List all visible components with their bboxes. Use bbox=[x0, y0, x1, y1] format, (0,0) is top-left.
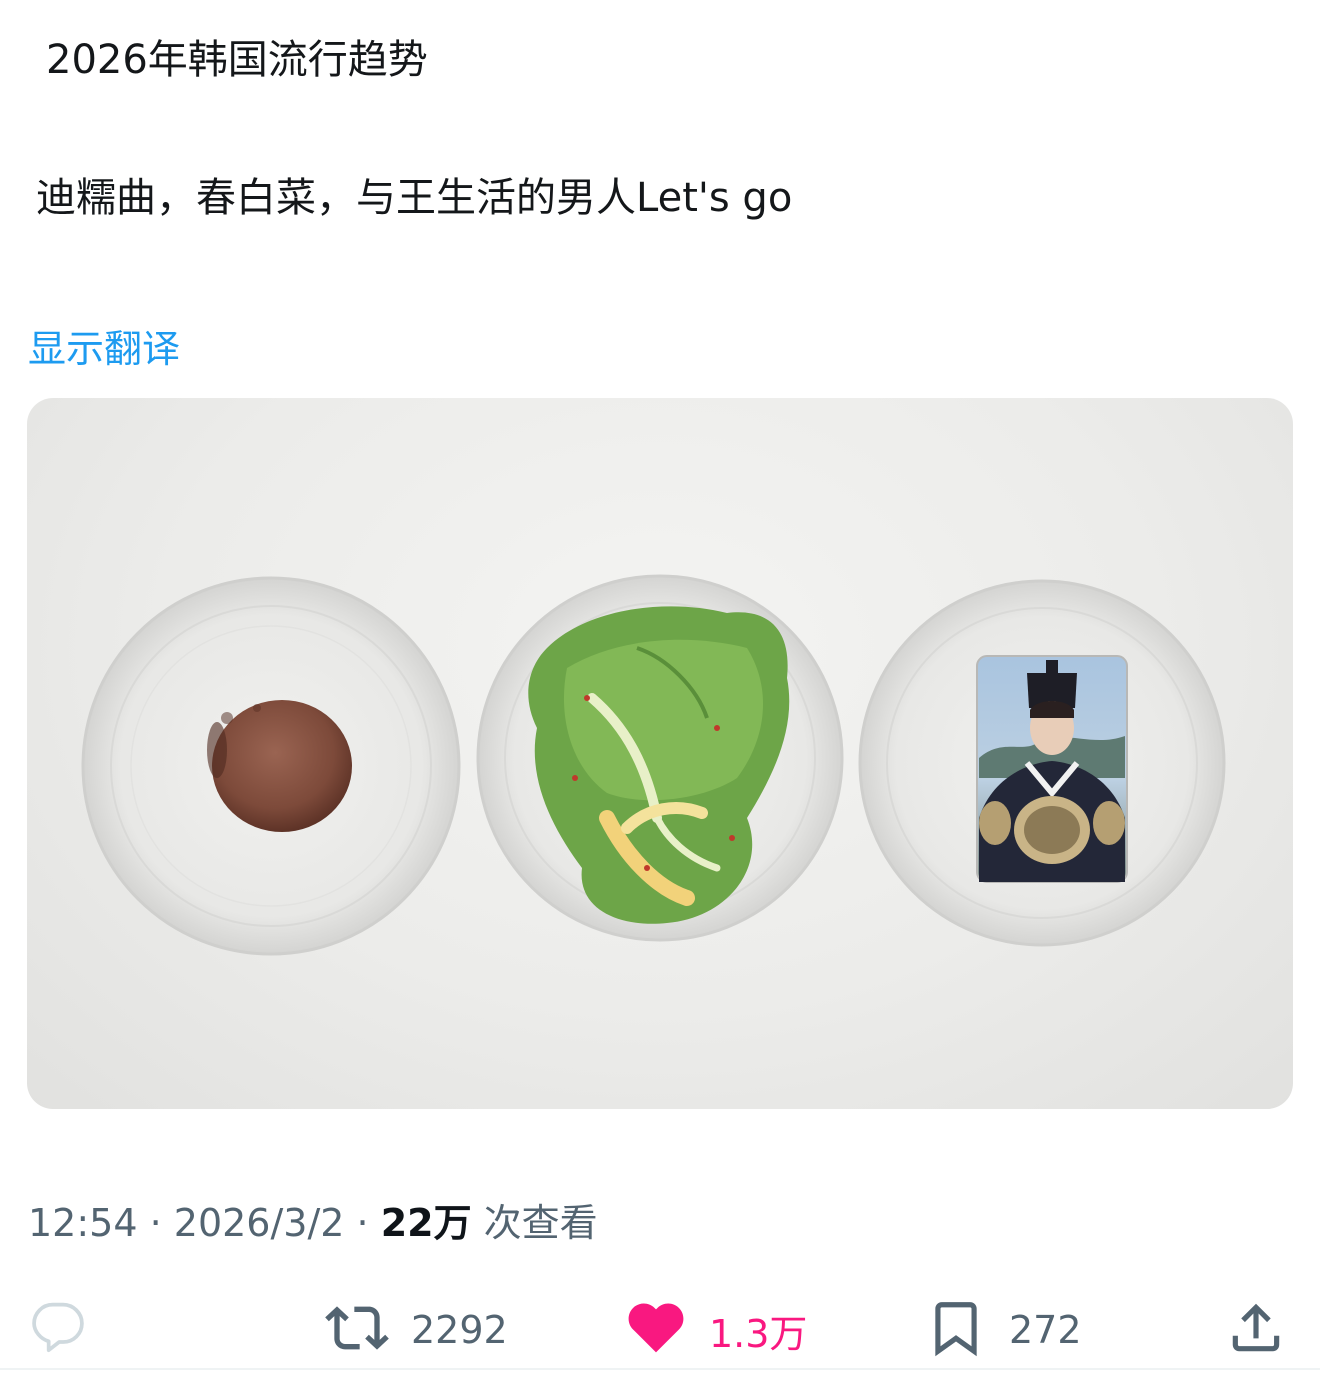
like-count: 1.3万 bbox=[709, 1311, 808, 1356]
post-meta: 12:54 · 2026/3/2 · 22万 次查看 bbox=[28, 1192, 598, 1247]
retweet-button[interactable]: 2292 bbox=[325, 1290, 508, 1370]
retweet-icon bbox=[325, 1296, 389, 1364]
view-label: 次查看 bbox=[471, 1201, 598, 1245]
reply-icon bbox=[30, 1300, 86, 1360]
post-body-line: 迪糯曲，春白菜，与王生活的男人Let's go bbox=[36, 175, 793, 221]
retweet-count: 2292 bbox=[411, 1308, 508, 1352]
post-date: 2026/3/2 bbox=[173, 1201, 345, 1245]
post-photo[interactable] bbox=[27, 398, 1293, 1109]
view-count: 22万 bbox=[380, 1201, 472, 1245]
bookmark-icon bbox=[925, 1297, 987, 1363]
reply-button[interactable] bbox=[30, 1290, 86, 1370]
post-time: 12:54 bbox=[28, 1201, 138, 1245]
heart-icon bbox=[625, 1297, 687, 1363]
post-title-line: 2026年韩国流行趋势 bbox=[46, 37, 428, 83]
like-button[interactable]: 1.3万 bbox=[625, 1290, 807, 1370]
show-translation-link[interactable]: 显示翻译 bbox=[28, 318, 180, 373]
photocard-king bbox=[976, 655, 1128, 883]
action-bar: 2292 1.3万 272 bbox=[0, 1290, 1320, 1370]
action-bar-divider bbox=[0, 1368, 1320, 1370]
share-icon bbox=[1225, 1297, 1287, 1363]
share-button[interactable] bbox=[1225, 1290, 1287, 1370]
bookmark-button[interactable]: 272 bbox=[925, 1290, 1082, 1370]
meta-separator: · bbox=[344, 1201, 381, 1245]
bookmark-count: 272 bbox=[1009, 1308, 1082, 1352]
meta-separator: · bbox=[137, 1201, 174, 1245]
photo-three-plates bbox=[81, 574, 1226, 956]
